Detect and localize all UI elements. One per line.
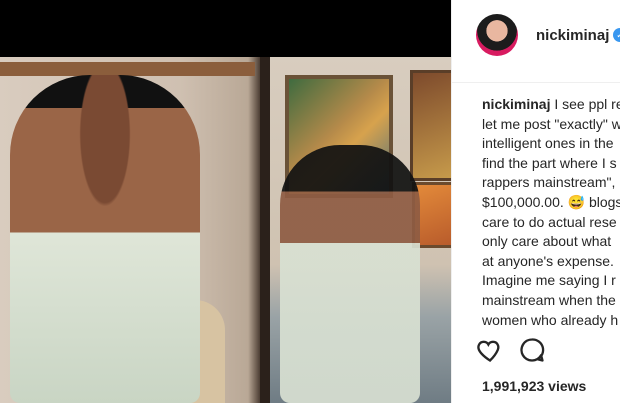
post-header: nickiminaj ✓ — [452, 0, 620, 83]
post-media[interactable] — [0, 0, 451, 403]
caption: nickiminaj I see ppl re let me post "exa… — [482, 95, 620, 330]
caption-line: mainstream when the — [482, 291, 616, 308]
caption-line: women who already h — [482, 311, 619, 328]
avatar[interactable] — [476, 14, 518, 56]
caption-line: I see ppl re — [554, 96, 620, 112]
comment-icon[interactable] — [518, 336, 546, 364]
person-reflection — [280, 145, 420, 403]
caption-line: at anyone's expense. — [482, 252, 614, 269]
caption-line: care to do actual rese — [482, 213, 617, 230]
profile-username[interactable]: nickiminaj — [536, 27, 609, 44]
caption-line: only care about what — [482, 233, 612, 250]
heart-icon[interactable] — [476, 336, 504, 364]
caption-line: let me post "exactly" w — [482, 115, 620, 132]
wall-frame — [0, 62, 255, 76]
post-info-panel: nickiminaj ✓ nickiminaj I see ppl re let… — [451, 0, 620, 403]
caption-line: Imagine me saying I r — [482, 272, 616, 289]
painting — [410, 70, 451, 181]
caption-line: intelligent ones in the — [482, 135, 614, 152]
caption-line: $100,000.00. 😅 blogs — [482, 193, 620, 210]
caption-line: rappers mainstream", — [482, 174, 616, 191]
person — [10, 75, 200, 403]
caption-username[interactable]: nickiminaj — [482, 96, 550, 112]
caption-line: find the part where I s — [482, 154, 617, 171]
views-count: 1,991,923 views — [482, 378, 587, 394]
verified-badge-icon: ✓ — [613, 28, 620, 42]
